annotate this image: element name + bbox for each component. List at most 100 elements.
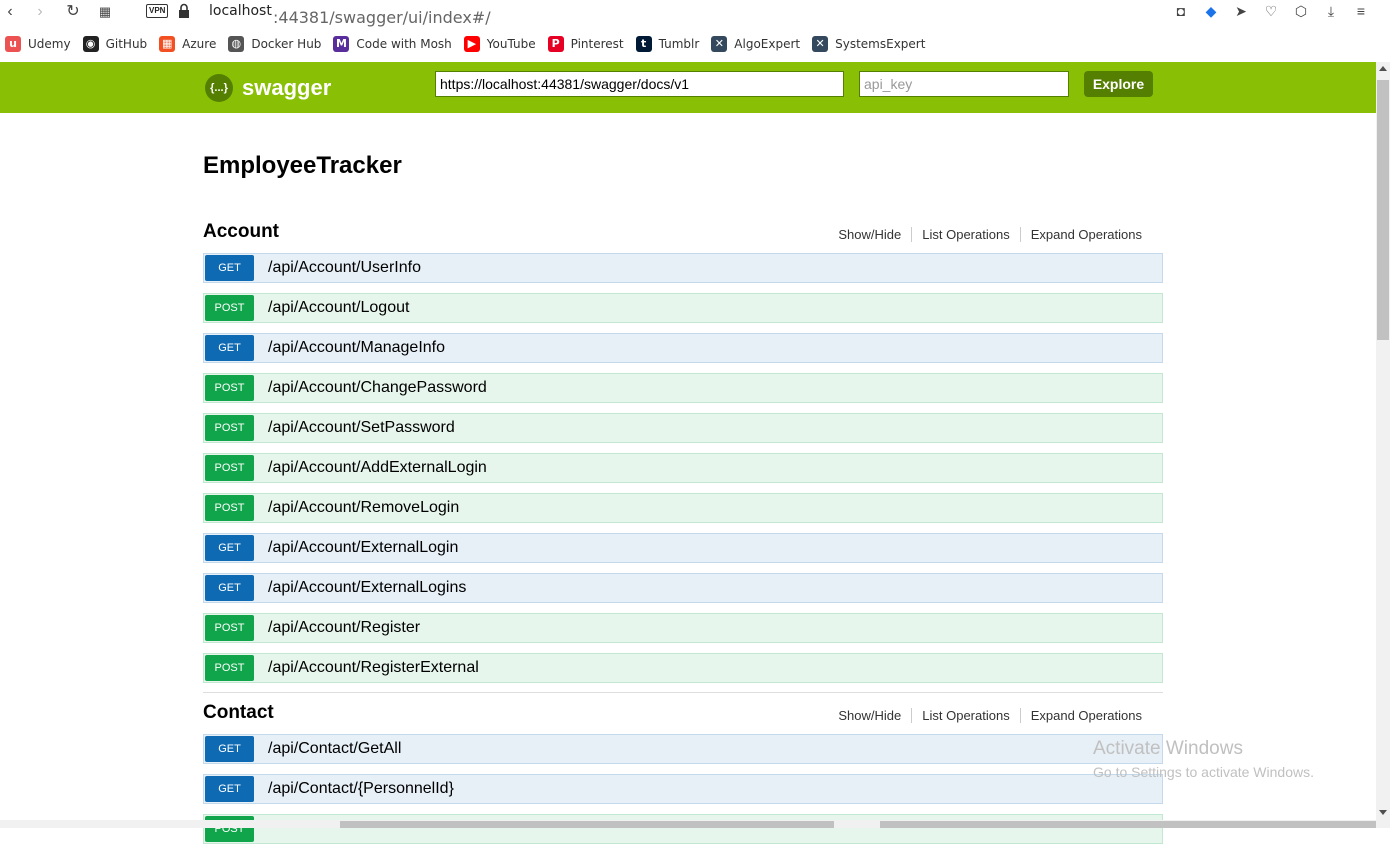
operation-row[interactable]: POST/api/Account/Register	[203, 613, 1163, 643]
endpoint-path[interactable]: /api/Account/AddExternalLogin	[268, 459, 487, 477]
scroll-down-icon[interactable]	[1379, 810, 1387, 815]
section-links: Show/Hide List Operations Expand Operation…	[828, 708, 1152, 723]
endpoint-path[interactable]: /api/Account/Logout	[268, 299, 409, 317]
http-method-badge[interactable]: GET	[205, 335, 254, 361]
endpoint-path[interactable]: /api/Account/UserInfo	[268, 259, 421, 277]
endpoint-path[interactable]: /api/Account/ChangePassword	[268, 379, 487, 397]
section-header: Account Show/Hide List Operations Expand Op…	[203, 221, 1163, 249]
operation-row[interactable]: GET/api/Account/ExternalLogins	[203, 573, 1163, 603]
http-method-badge[interactable]: GET	[205, 535, 254, 561]
operation-row[interactable]: POST/api/Account/RemoveLogin	[203, 493, 1163, 523]
list-operations-link[interactable]: List Operations	[911, 708, 1019, 723]
operation-row[interactable]: POST/api/Account/AddExternalLogin	[203, 453, 1163, 483]
systemsexpert-icon: ✕	[812, 36, 829, 52]
show-hide-link[interactable]: Show/Hide	[828, 227, 911, 242]
operation-row[interactable]: GET/api/Contact/GetAll	[203, 734, 1163, 764]
horizontal-scrollbar-thumb[interactable]	[340, 821, 834, 828]
section-contact: Contact Show/Hide List Operations Expand Op…	[203, 702, 1163, 854]
swagger-logo-icon[interactable]: {...}	[205, 74, 233, 102]
tabs-grid-icon[interactable]: ▦	[95, 2, 115, 22]
section-links: Show/Hide List Operations Expand Operation…	[828, 227, 1152, 242]
udemy-icon: u	[5, 36, 21, 52]
reload-icon[interactable]: ↻	[63, 2, 83, 22]
swagger-brand[interactable]: swagger	[242, 75, 331, 101]
section-divider	[203, 692, 1163, 693]
spec-url-input[interactable]	[435, 71, 844, 97]
bookmark-label: Pinterest	[570, 37, 624, 51]
bookmark-label: GitHub	[105, 37, 148, 51]
pinterest-icon: P	[547, 36, 564, 52]
operation-row[interactable]: GET/api/Account/ManageInfo	[203, 333, 1163, 363]
endpoint-path[interactable]: /api/Contact/GetAll	[268, 740, 401, 758]
http-method-badge[interactable]: POST	[205, 615, 254, 641]
bookmark-tumblr[interactable]: t Tumblr	[635, 36, 700, 52]
operation-row[interactable]: GET/api/Account/ExternalLogin	[203, 533, 1163, 563]
watermark-subtitle: Go to Settings to activate Windows.	[1093, 764, 1314, 780]
bookmark-label: Code with Mosh	[356, 37, 452, 51]
operation-row[interactable]: POST	[203, 814, 1163, 844]
algoexpert-icon: ✕	[711, 36, 728, 52]
section-title[interactable]: Account	[203, 221, 279, 243]
download-icon[interactable]: ⤓	[1322, 2, 1340, 20]
bookmark-udemy[interactable]: u Udemy	[5, 36, 71, 52]
bookmark-azure[interactable]: ▦ Azure	[159, 36, 216, 52]
expand-operations-link[interactable]: Expand Operations	[1019, 708, 1152, 723]
shield-icon[interactable]: ◆	[1202, 2, 1220, 20]
endpoint-path[interactable]: /api/Account/RemoveLogin	[268, 499, 459, 517]
http-method-badge[interactable]: POST	[205, 375, 254, 401]
scrollbar-thumb[interactable]	[1377, 80, 1389, 340]
bookmark-algoexpert[interactable]: ✕ AlgoExpert	[711, 36, 800, 52]
tumblr-icon: t	[635, 36, 652, 52]
scroll-up-icon[interactable]	[1379, 66, 1387, 71]
lock-icon[interactable]	[178, 3, 190, 19]
heart-icon[interactable]: ♡	[1262, 2, 1280, 20]
box-icon[interactable]: ⬡	[1292, 2, 1310, 20]
bookmark-pinterest[interactable]: P Pinterest	[547, 36, 624, 52]
http-method-badge[interactable]: POST	[205, 295, 254, 321]
bookmark-label: Tumblr	[658, 37, 700, 51]
url-path: :44381/swagger/ui/index#/	[273, 8, 491, 27]
api-key-input[interactable]	[859, 71, 1069, 97]
http-method-badge[interactable]: POST	[205, 495, 254, 521]
address-bar[interactable]: localhost:44381/swagger/ui/index#/	[209, 3, 491, 27]
camera-icon[interactable]: ◘	[1172, 2, 1190, 20]
operation-row[interactable]: GET/api/Account/UserInfo	[203, 253, 1163, 283]
bookmark-github[interactable]: ◉ GitHub	[82, 36, 148, 52]
explore-button[interactable]: Explore	[1084, 71, 1153, 97]
endpoint-path[interactable]: /api/Account/RegisterExternal	[268, 659, 479, 677]
endpoint-path[interactable]: /api/Account/SetPassword	[268, 419, 455, 437]
http-method-badge[interactable]: POST	[205, 655, 254, 681]
send-icon[interactable]: ➤	[1232, 2, 1250, 20]
http-method-badge[interactable]: GET	[205, 776, 254, 802]
operation-row[interactable]: POST/api/Account/SetPassword	[203, 413, 1163, 443]
http-method-badge[interactable]: POST	[205, 415, 254, 441]
bookmark-code-with-mosh[interactable]: M Code with Mosh	[333, 36, 452, 52]
back-icon[interactable]: ‹	[0, 2, 20, 22]
operation-row[interactable]: POST/api/Account/RegisterExternal	[203, 653, 1163, 683]
endpoint-path[interactable]: /api/Account/ExternalLogin	[268, 539, 458, 557]
section-account: Account Show/Hide List Operations Expand Op…	[203, 221, 1163, 693]
list-operations-link[interactable]: List Operations	[911, 227, 1019, 242]
endpoint-path[interactable]: /api/Account/ExternalLogins	[268, 579, 466, 597]
bookmark-youtube[interactable]: ▶ YouTube	[463, 36, 536, 52]
menu-icon[interactable]: ≡	[1352, 2, 1370, 20]
http-method-badge[interactable]: GET	[205, 736, 254, 762]
forward-icon[interactable]: ›	[30, 2, 50, 22]
http-method-badge[interactable]: GET	[205, 575, 254, 601]
watermark-title: Activate Windows	[1093, 738, 1243, 759]
http-method-badge[interactable]: GET	[205, 255, 254, 281]
show-hide-link[interactable]: Show/Hide	[828, 708, 911, 723]
http-method-badge[interactable]: POST	[205, 455, 254, 481]
operation-row[interactable]: POST/api/Account/ChangePassword	[203, 373, 1163, 403]
vpn-badge[interactable]: VPN	[146, 4, 169, 18]
operation-row[interactable]: GET/api/Contact/{PersonnelId}	[203, 774, 1163, 804]
endpoint-path[interactable]: /api/Contact/{PersonnelId}	[268, 780, 454, 798]
operation-row[interactable]: POST/api/Account/Logout	[203, 293, 1163, 323]
bookmark-label: Azure	[182, 37, 217, 51]
endpoint-path[interactable]: /api/Account/Register	[268, 619, 420, 637]
expand-operations-link[interactable]: Expand Operations	[1019, 227, 1152, 242]
section-title[interactable]: Contact	[203, 702, 274, 724]
endpoint-path[interactable]: /api/Account/ManageInfo	[268, 339, 445, 357]
bookmark-docker-hub[interactable]: ◍ Docker Hub	[228, 36, 321, 52]
bookmark-systemsexpert[interactable]: ✕ SystemsExpert	[812, 36, 925, 52]
